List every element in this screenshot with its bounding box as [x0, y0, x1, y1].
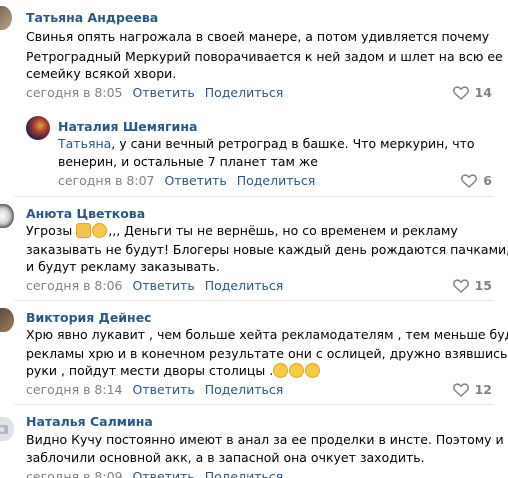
emoji-icon — [76, 223, 92, 238]
avatar[interactable] — [26, 116, 50, 140]
heart-icon — [452, 278, 469, 293]
like-button[interactable]: 15 — [452, 278, 492, 293]
reply-button[interactable]: Ответить — [133, 85, 195, 100]
laughing-emoji-icon — [273, 363, 289, 378]
separator — [14, 196, 494, 197]
like-count: 14 — [474, 85, 492, 100]
share-button[interactable]: Поделиться — [237, 173, 316, 188]
comment-meta: сегодня в 8:09 Ответить Поделиться — [26, 469, 283, 478]
camera-icon — [0, 425, 8, 434]
avatar[interactable] — [0, 204, 14, 228]
heart-icon — [452, 85, 469, 100]
comment-time[interactable]: сегодня в 8:09 — [26, 469, 123, 478]
comment-time[interactable]: сегодня в 8:07 — [58, 173, 155, 188]
avatar[interactable] — [0, 6, 12, 30]
comment-text: руки , пойдут мести дворы столицы . — [26, 363, 274, 378]
share-button[interactable]: Поделиться — [205, 278, 284, 293]
comment-time[interactable]: сегодня в 8:06 — [26, 278, 123, 293]
like-count: 15 — [474, 278, 492, 293]
share-button[interactable]: Поделиться — [205, 382, 284, 397]
comment-text-line: Видно Кучу постоянно имеют в анал за ее … — [26, 432, 504, 447]
comments-list: Татьяна Андреева Свинья опять нагрожала … — [0, 0, 508, 478]
heart-icon — [452, 382, 469, 397]
comment-text-line: Татьяна, у сани вечный ретроград в башке… — [58, 134, 475, 154]
laughing-emoji-icon — [289, 363, 305, 378]
comment-text: Угрозы — [26, 223, 73, 238]
comment-text-line: семейку всякой хвори. — [26, 66, 177, 81]
comment-text-line: Хрю явно лукавит , чем больше хейта рекл… — [26, 327, 508, 342]
comment-text-line: венерин, и остальные 7 планет там же — [58, 154, 318, 169]
separator — [14, 300, 494, 301]
comment-time[interactable]: сегодня в 8:14 — [26, 382, 123, 397]
comment-author[interactable]: Наталия Шемягина — [58, 119, 197, 134]
comment-author[interactable]: Татьяна Андреева — [26, 10, 158, 25]
emoji-icon — [92, 223, 108, 238]
laughing-emoji-icon — [305, 363, 321, 378]
comment-time[interactable]: сегодня в 8:05 — [26, 85, 123, 100]
comment-text-line: Свинья опять нагрожала в своей манере, а… — [26, 29, 490, 44]
like-count: 6 — [483, 173, 492, 188]
comment-text-line: Угрозы ,,, Деньги ты не вернёшь, но со в… — [26, 221, 458, 241]
avatar[interactable] — [0, 417, 14, 441]
comment-text: , у сани вечный ретроград в башке. Что м… — [111, 136, 475, 151]
comment-text-line: и будут рекламу заказывать. — [26, 259, 220, 274]
avatar[interactable] — [0, 308, 14, 332]
reply-button[interactable]: Ответить — [165, 173, 227, 188]
comment-text: ,,, Деньги ты не вернёшь, но со временем… — [108, 223, 458, 238]
like-button[interactable]: 14 — [452, 85, 492, 100]
mention-link[interactable]: Татьяна — [58, 136, 111, 151]
reply-button[interactable]: Ответить — [133, 469, 195, 478]
comment-meta: сегодня в 8:14 Ответить Поделиться — [26, 382, 283, 397]
separator — [14, 404, 494, 405]
like-button[interactable]: 12 — [452, 382, 492, 397]
reply-button[interactable]: Ответить — [133, 278, 195, 293]
reply-button[interactable]: Ответить — [133, 382, 195, 397]
comment-meta: сегодня в 8:05 Ответить Поделиться — [26, 85, 283, 100]
like-button[interactable]: 6 — [461, 173, 492, 188]
comment-author[interactable]: Виктория Дейнес — [26, 310, 152, 325]
comment-meta: сегодня в 8:06 Ответить Поделиться — [26, 278, 283, 293]
share-button[interactable]: Поделиться — [205, 85, 284, 100]
share-button[interactable]: Поделиться — [205, 469, 284, 478]
comment-text-line: руки , пойдут мести дворы столицы . — [26, 361, 321, 381]
heart-icon — [461, 173, 478, 188]
comment-text-line: заблочили основной акк, а в запасной она… — [26, 450, 425, 465]
comment-author[interactable]: Анюта Цветкова — [26, 206, 145, 221]
comment-meta: сегодня в 8:07 Ответить Поделиться — [58, 173, 315, 188]
comment-author[interactable]: Наталья Салмина — [26, 414, 153, 429]
like-count: 12 — [474, 382, 492, 397]
